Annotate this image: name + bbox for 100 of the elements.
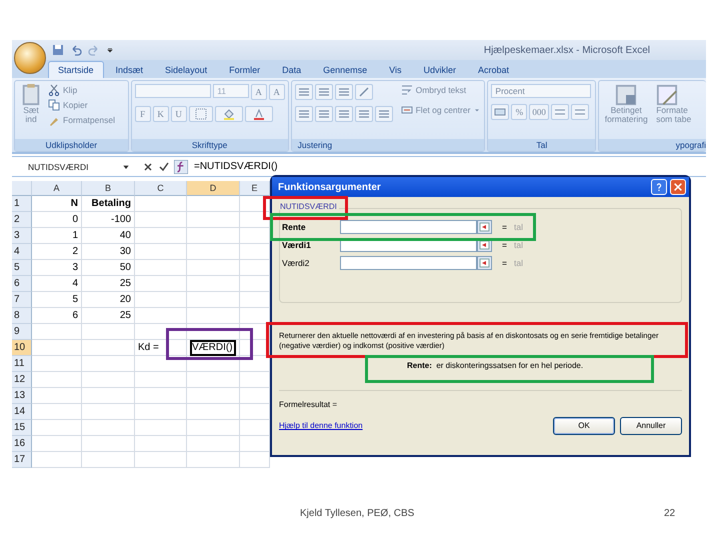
group-label: ypografi bbox=[599, 139, 706, 151]
align-middle-button[interactable] bbox=[314, 84, 333, 100]
close-icon bbox=[673, 182, 683, 192]
table-cell bbox=[32, 372, 82, 388]
column-header[interactable]: E bbox=[240, 181, 270, 196]
ribbon-tab[interactable]: Data bbox=[272, 61, 312, 78]
name-box[interactable]: NUTIDSVÆRDI bbox=[12, 162, 122, 172]
ribbon-tab[interactable]: Acrobat bbox=[468, 61, 520, 78]
table-cell bbox=[187, 404, 240, 420]
table-cell: 3 bbox=[32, 260, 82, 276]
table-cell bbox=[187, 372, 240, 388]
row-header[interactable]: 12 bbox=[12, 372, 32, 388]
row-header[interactable]: 6 bbox=[12, 276, 32, 292]
insert-function-icon bbox=[174, 160, 188, 174]
table-cell bbox=[32, 340, 82, 356]
table-cell bbox=[135, 228, 187, 244]
row-header[interactable]: 4 bbox=[12, 244, 32, 260]
dialog-button[interactable]: Annuller bbox=[620, 416, 682, 435]
cancel-icon bbox=[142, 160, 154, 172]
office-button[interactable] bbox=[14, 42, 46, 74]
row-header[interactable]: 17 bbox=[12, 452, 32, 468]
row-header[interactable]: 9 bbox=[12, 324, 32, 340]
table-icon bbox=[656, 84, 678, 106]
argument-label: Værdi2 bbox=[281, 258, 310, 268]
table-cell: 50 bbox=[82, 260, 135, 276]
table-cell bbox=[82, 436, 135, 452]
column-header[interactable]: D bbox=[187, 181, 240, 196]
table-cell: Betaling bbox=[82, 196, 135, 212]
font-color-button[interactable] bbox=[244, 106, 273, 122]
table-cell bbox=[32, 324, 82, 340]
ribbon-tab[interactable]: Indsæt bbox=[106, 61, 154, 78]
active-cell[interactable]: VÆRDI() bbox=[190, 340, 236, 356]
table-cell: 1 bbox=[32, 228, 82, 244]
ribbon-tab[interactable]: Gennemse bbox=[313, 61, 378, 78]
ribbon-tab[interactable]: Udvikler bbox=[413, 61, 466, 78]
decrease-decimal-button[interactable] bbox=[570, 104, 589, 120]
dialog-button[interactable]: OK bbox=[553, 416, 615, 435]
formula-result: Formelresultat = bbox=[279, 400, 338, 409]
center-button[interactable] bbox=[314, 106, 333, 122]
row-header[interactable]: 13 bbox=[12, 388, 32, 404]
help-link[interactable]: Hjælp til denne funktion bbox=[279, 421, 363, 430]
align-left-button[interactable] bbox=[294, 106, 313, 122]
border-button[interactable] bbox=[188, 106, 213, 122]
row-header[interactable]: 15 bbox=[12, 420, 32, 436]
ribbon-tab[interactable]: Startside bbox=[48, 61, 104, 78]
argument-field[interactable] bbox=[340, 220, 477, 234]
align-icon bbox=[318, 86, 330, 98]
question-mark-icon bbox=[654, 182, 664, 192]
table-cell bbox=[135, 292, 187, 308]
close-button[interactable] bbox=[670, 179, 686, 195]
table-cell bbox=[135, 324, 187, 340]
table-cell: 6 bbox=[32, 308, 82, 324]
row-header[interactable]: 2 bbox=[12, 212, 32, 228]
table-cell bbox=[240, 212, 270, 228]
column-header[interactable]: B bbox=[82, 181, 135, 196]
align-bottom-button[interactable] bbox=[334, 84, 353, 100]
column-header[interactable]: C bbox=[135, 181, 187, 196]
table-cell: 25 bbox=[82, 276, 135, 292]
align-right-button[interactable] bbox=[334, 106, 353, 122]
table-cell: Kd = bbox=[135, 340, 187, 356]
formula-field[interactable]: =NUTIDSVÆRDI() bbox=[188, 161, 278, 172]
font-name-combo[interactable] bbox=[134, 84, 212, 98]
row-header[interactable]: 16 bbox=[12, 436, 32, 452]
row-header[interactable]: 3 bbox=[12, 228, 32, 244]
currency-button[interactable] bbox=[491, 104, 510, 120]
argument-result: tal bbox=[514, 258, 523, 268]
table-cell bbox=[135, 436, 187, 452]
row-header[interactable]: 14 bbox=[12, 404, 32, 420]
table-cell bbox=[135, 404, 187, 420]
row-header[interactable]: 1 bbox=[12, 196, 32, 212]
row-header[interactable]: 7 bbox=[12, 292, 32, 308]
column-header[interactable]: A bbox=[32, 181, 82, 196]
argument-field[interactable] bbox=[340, 256, 477, 270]
row-header[interactable]: 11 bbox=[12, 356, 32, 372]
ribbon-tab[interactable]: Sidelayout bbox=[155, 61, 218, 78]
ribbon-tab[interactable]: Vis bbox=[379, 61, 412, 78]
table-cell: -100 bbox=[82, 212, 135, 228]
help-button[interactable] bbox=[651, 179, 667, 195]
orientation-icon bbox=[358, 86, 370, 98]
indent-button[interactable] bbox=[374, 106, 393, 122]
align-top-button[interactable] bbox=[294, 84, 313, 100]
row-header[interactable]: 5 bbox=[12, 260, 32, 276]
collapse-dialog-icon[interactable] bbox=[477, 220, 492, 234]
select-all-corner[interactable] bbox=[12, 181, 32, 196]
align-icon bbox=[318, 108, 330, 120]
ribbon-tab[interactable]: Formler bbox=[219, 61, 270, 78]
row-header[interactable]: 8 bbox=[12, 308, 32, 324]
fill-color-button[interactable] bbox=[214, 106, 243, 122]
table-cell bbox=[187, 276, 240, 292]
indent-button[interactable] bbox=[354, 106, 373, 122]
merge-icon bbox=[400, 104, 413, 116]
orientation-button[interactable] bbox=[354, 84, 373, 100]
function-name: NUTIDSVÆRDI bbox=[280, 202, 337, 211]
row-header[interactable]: 10 bbox=[12, 340, 32, 356]
equals-sign: = bbox=[502, 240, 508, 250]
font-color-icon bbox=[252, 108, 265, 120]
table-cell bbox=[82, 372, 135, 388]
collapse-dialog-icon[interactable] bbox=[477, 256, 492, 270]
table-cell bbox=[187, 388, 240, 404]
increase-decimal-button[interactable] bbox=[550, 104, 569, 120]
